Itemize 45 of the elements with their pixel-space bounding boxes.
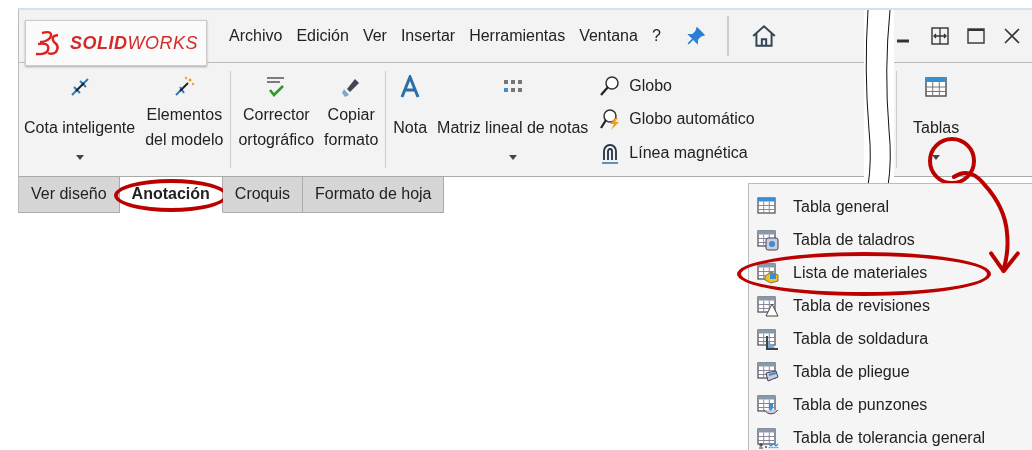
menu-item[interactable]: Tabla de pliegue <box>749 355 1032 388</box>
balloon-icon <box>599 74 622 97</box>
ribbon-button[interactable]: Copiar formato <box>319 67 384 172</box>
caret-icon <box>75 155 84 160</box>
table-weld-icon <box>757 327 779 350</box>
ribbon-button[interactable]: Elementos del modelo <box>140 67 229 172</box>
lightning-balloon-icon <box>599 108 622 131</box>
menu-item[interactable]: ? <box>651 27 661 45</box>
ribbon-button[interactable]: Corrector ortográfico <box>233 67 320 172</box>
menu-item[interactable]: Tabla de tolerancia general <box>749 421 1032 450</box>
table-box-icon <box>757 261 779 284</box>
ribbon-button[interactable]: Cota inteligente <box>19 67 141 172</box>
ribbon-button[interactable]: Línea magnética <box>599 142 755 165</box>
tab[interactable]: Ver diseño <box>19 177 120 213</box>
logo-text: SOLIDWORKS <box>70 32 199 54</box>
ribbon-button[interactable]: Matriz lineal de notas <box>432 67 594 172</box>
ribbon-button[interactable]: Nota <box>388 67 433 172</box>
tile-icon[interactable] <box>930 26 950 46</box>
table-hole-icon <box>757 228 779 251</box>
table-triangle-icon <box>757 294 779 317</box>
menu-item[interactable]: Herramientas <box>469 27 566 45</box>
menu-item[interactable]: Tabla general <box>749 190 1032 223</box>
menu-item[interactable]: Tabla de revisiones <box>749 289 1032 322</box>
table-icon <box>924 75 949 99</box>
menu-item[interactable]: Tabla de taladros <box>749 223 1032 256</box>
tab[interactable]: Croquis <box>222 177 303 213</box>
maximize-icon[interactable] <box>966 26 986 46</box>
table-sheet-icon <box>757 360 779 383</box>
caret-icon <box>932 155 941 160</box>
close-icon[interactable] <box>1002 26 1022 46</box>
ribbon-button[interactable]: Globo <box>599 74 755 97</box>
menu-item[interactable]: Tabla de soldadura <box>749 322 1032 355</box>
menu-item[interactable]: Tabla de punzones <box>749 388 1032 421</box>
home-icon[interactable] <box>750 24 777 48</box>
menu-item[interactable]: Ver <box>362 27 387 45</box>
ribbon-button[interactable]: Globo automático <box>599 108 755 131</box>
table-punch-icon <box>757 393 779 416</box>
menu-item[interactable]: Insertar <box>400 27 456 45</box>
menu-item[interactable]: Ventana <box>579 27 638 45</box>
menu-item[interactable]: Edición <box>296 27 349 45</box>
pin-icon[interactable] <box>686 27 705 45</box>
tab[interactable]: Formato de hoja <box>302 177 445 213</box>
menu-item[interactable]: Lista de materiales <box>749 256 1032 289</box>
caret-icon <box>508 155 517 160</box>
menu-item[interactable]: Archivo <box>229 27 283 45</box>
